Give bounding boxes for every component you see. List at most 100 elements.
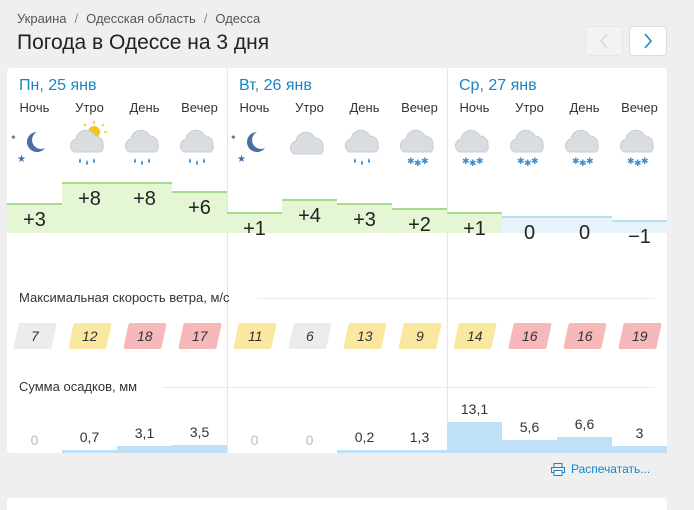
breadcrumb-separator: /	[74, 11, 79, 26]
daypart-label: Утро	[295, 100, 324, 115]
temperature-value: −1	[612, 220, 667, 248]
breadcrumb-item-country[interactable]: Украина	[17, 11, 67, 26]
temperature-value: +1	[227, 211, 282, 240]
print-link[interactable]: Распечатать...	[551, 462, 650, 476]
next-card	[7, 498, 667, 510]
wind-speed-badge: 7	[13, 323, 57, 349]
precipitation-value: 0	[305, 432, 314, 448]
precipitation-value: 3	[635, 424, 644, 441]
temperature-value: +8	[117, 182, 172, 233]
cloud-snow-icon: ✱ ✱ ✱	[392, 120, 447, 170]
daypart-label: Вечер	[401, 100, 438, 115]
chevron-right-icon	[644, 33, 652, 49]
wind-title: Максимальная скорость ветра, м/с	[19, 290, 230, 305]
daypart-label: Утро	[75, 100, 104, 115]
printer-icon	[551, 462, 565, 476]
precipitation-bar	[62, 450, 117, 453]
wind-speed-badge: 6	[288, 323, 332, 349]
next-button[interactable]	[629, 26, 667, 56]
breadcrumb-item-region[interactable]: Одесская область	[86, 11, 196, 26]
temperature-value: +4	[282, 199, 337, 233]
precip-title: Сумма осадков, мм	[19, 379, 138, 394]
temperature-text: +1	[243, 217, 266, 240]
svg-text:✱: ✱	[586, 156, 594, 166]
daypart-label: Ночь	[239, 100, 270, 115]
temperature-text: +3	[353, 209, 376, 232]
svg-text:✱: ✱	[531, 156, 539, 166]
wind-speed-badge: 18	[123, 323, 167, 349]
temperature-text: +8	[133, 188, 156, 211]
svg-text:✱: ✱	[641, 156, 649, 166]
temperature-text: +6	[188, 196, 211, 219]
precipitation-value: 13,1	[460, 400, 489, 417]
precipitation-value: 0	[30, 432, 39, 448]
precipitation-value: 3,5	[189, 423, 210, 440]
breadcrumb-separator: /	[203, 11, 208, 26]
sun-cloud-rain-icon	[62, 120, 117, 170]
temperature-text: −1	[628, 226, 651, 249]
temperature-value: +8	[62, 182, 117, 233]
chevron-left-icon	[600, 33, 608, 49]
cloud-snow-icon: ✱ ✱ ✱	[447, 120, 502, 170]
temperature-value: +3	[337, 203, 392, 233]
daypart-label: Вечер	[621, 100, 658, 115]
precipitation-value: 3,1	[134, 424, 155, 441]
svg-text:✦: ✦	[10, 133, 17, 142]
breadcrumb-item-city[interactable]: Одесса	[215, 11, 260, 26]
wind-speed-badge: 13	[343, 323, 387, 349]
temperature-text: 0	[523, 222, 536, 244]
precipitation-bar	[557, 437, 612, 453]
breadcrumb: Украина / Одесская область / Одесса	[17, 11, 260, 26]
wind-speed-badge: 19	[618, 323, 662, 349]
cloud-snow-icon: ✱ ✱ ✱	[612, 120, 667, 170]
day-title: Ср, 27 янв	[459, 77, 537, 94]
wind-speed-badge: 16	[563, 323, 607, 349]
precipitation-value: 1,3	[409, 428, 430, 445]
print-label: Распечатать...	[571, 462, 651, 476]
svg-text:★: ★	[237, 154, 246, 165]
temperature-text: +3	[23, 209, 46, 232]
precipitation-bar	[172, 444, 227, 453]
temperature-value: 0	[502, 216, 557, 244]
daypart-label: День	[129, 100, 160, 115]
precipitation-bar	[447, 421, 502, 453]
precipitation-value: 0,2	[354, 429, 375, 445]
precipitation-bar	[502, 439, 557, 453]
precipitation-bar	[337, 450, 392, 453]
daypart-label: День	[569, 100, 600, 115]
precipitation-value: 6,6	[574, 416, 595, 433]
moon-stars-icon: ✦ ★	[7, 120, 62, 170]
page-title: Погода в Одессе на 3 дня	[17, 31, 270, 54]
temperature-text: +2	[408, 213, 431, 236]
precipitation-bar	[392, 449, 447, 453]
wind-speed-badge: 9	[398, 323, 442, 349]
cloud-snow-icon: ✱ ✱ ✱	[557, 120, 612, 170]
daypart-label: День	[349, 100, 380, 115]
day-title: Пн, 25 янв	[19, 77, 97, 94]
cloud-rain-icon	[172, 120, 227, 170]
prev-button[interactable]	[585, 26, 623, 56]
cloud-rain-icon	[337, 120, 392, 170]
temperature-value: +3	[7, 203, 62, 233]
svg-text:✱: ✱	[421, 156, 429, 166]
temperature-value: +1	[447, 211, 502, 240]
cloud-rain-icon	[117, 120, 172, 170]
daypart-label: Ночь	[459, 100, 490, 115]
wind-speed-badge: 16	[508, 323, 552, 349]
svg-text:✱: ✱	[476, 156, 484, 166]
temperature-value: +6	[172, 190, 227, 233]
temperature-text: +8	[78, 188, 101, 211]
cloud-snow-icon: ✱ ✱ ✱	[502, 120, 557, 170]
svg-text:✦: ✦	[230, 133, 237, 142]
wind-speed-badge: 11	[233, 323, 277, 349]
forecast-card: Пн, 25 янв Вт, 26 янв Ср, 27 янв Ночь ✦ …	[7, 68, 667, 453]
cloud-icon	[282, 120, 337, 170]
temperature-text: +1	[463, 217, 486, 240]
daypart-label: Вечер	[181, 100, 218, 115]
divider	[162, 387, 655, 388]
precipitation-value: 0	[250, 432, 259, 448]
wind-speed-badge: 12	[68, 323, 112, 349]
precipitation-bar	[117, 445, 172, 453]
day-title: Вт, 26 янв	[239, 77, 312, 94]
svg-text:★: ★	[17, 154, 26, 165]
